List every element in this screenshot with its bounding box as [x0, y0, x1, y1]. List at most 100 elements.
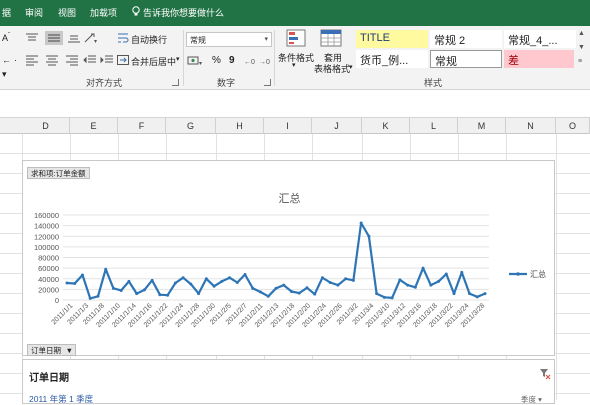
column-header-E[interactable]: E: [70, 118, 118, 134]
decrease-decimal-icon[interactable]: →0: [259, 55, 272, 67]
wrap-text-icon[interactable]: [117, 32, 129, 44]
gallery-scroll-up-icon[interactable]: ▲: [578, 30, 585, 37]
ribbon: Aˆ ← · ▾ ▾ 自动换行 合并后居中 ▾ 对齐方式 常规 ▾ ▾ % 9 …: [0, 26, 590, 90]
align-options-icon[interactable]: ·: [14, 55, 17, 65]
align-middle-icon[interactable]: [45, 31, 63, 45]
percent-button[interactable]: %: [212, 55, 221, 66]
column-header-D[interactable]: D: [22, 118, 70, 134]
cell-style-title[interactable]: TITLE: [356, 30, 428, 48]
slicer-item[interactable]: 2011 年第 1 季度: [29, 393, 93, 405]
data-point: [289, 290, 293, 293]
column-header-O[interactable]: O: [556, 118, 590, 134]
y-tick-label: 60000: [38, 264, 59, 273]
data-point: [65, 281, 69, 285]
column-header-J[interactable]: J: [312, 118, 362, 134]
increase-decimal-icon[interactable]: ←0: [244, 55, 257, 67]
data-point: [119, 288, 123, 292]
data-point: [158, 293, 162, 297]
data-point: [73, 282, 77, 286]
data-point: [228, 276, 232, 280]
number-format-dropdown[interactable]: 常规 ▾: [186, 32, 272, 47]
y-tick-label: 40000: [38, 275, 59, 284]
column-header-F[interactable]: F: [118, 118, 166, 134]
y-tick-label: 20000: [38, 285, 59, 294]
data-point: [305, 286, 309, 290]
cell-style-normal-4[interactable]: 常规_4_...: [504, 30, 576, 48]
align-center-icon[interactable]: [45, 54, 59, 66]
data-point: [320, 276, 324, 280]
column-header-M[interactable]: M: [458, 118, 506, 134]
gallery-more-icon[interactable]: ≡: [578, 58, 582, 65]
formula-area: [0, 90, 590, 118]
slicer-order-date[interactable]: 订单日期 2011 年第 1 季度 季度 ▾: [22, 359, 555, 404]
chevron-down-icon: ▾: [292, 62, 296, 69]
data-point: [197, 292, 201, 296]
orientation-icon[interactable]: ▾: [83, 32, 99, 44]
tab-data[interactable]: 据: [2, 6, 11, 19]
column-header-G[interactable]: G: [166, 118, 216, 134]
data-point: [80, 273, 84, 277]
group-label-alignment: 对齐方式: [86, 78, 123, 88]
column-header-N[interactable]: N: [506, 118, 556, 134]
filter-icon: ▼: [65, 346, 73, 355]
pivot-chart[interactable]: 求和项:订单金额 汇总 0 20000 40000 60000 80000 100000 1…: [22, 160, 555, 356]
data-point: [235, 280, 239, 284]
align-bottom-icon[interactable]: [67, 32, 81, 44]
comma-style-button[interactable]: 9: [229, 55, 235, 66]
clear-filter-icon[interactable]: [539, 368, 551, 380]
tab-review[interactable]: 审阅: [25, 6, 43, 19]
data-point: [220, 279, 224, 283]
merge-center-button[interactable]: 合并后居中: [131, 55, 176, 68]
y-tick-label: 80000: [38, 254, 59, 263]
data-point: [259, 290, 263, 294]
cell-style-currency[interactable]: 货币_例...: [356, 50, 428, 68]
align-left-icon[interactable]: [25, 54, 39, 66]
data-point: [96, 294, 100, 298]
dialog-launcher-icon[interactable]: [264, 79, 271, 86]
legend-label: 汇总: [530, 269, 546, 279]
data-point: [150, 278, 154, 282]
chevron-down-icon[interactable]: ▾: [176, 55, 180, 63]
column-header-I[interactable]: I: [264, 118, 312, 134]
dialog-launcher-icon[interactable]: [172, 79, 179, 86]
decrease-indent-icon[interactable]: ←: [2, 55, 11, 65]
tab-addins[interactable]: 加载项: [90, 6, 117, 19]
data-point: [282, 283, 286, 287]
pivot-axis-field-button[interactable]: 订单日期 ▼: [27, 344, 76, 356]
data-point: [406, 283, 410, 287]
chevron-down-icon: ▾: [264, 36, 268, 43]
align-right-icon[interactable]: [65, 54, 79, 66]
format-as-table-label-2[interactable]: 表格格式: [314, 62, 350, 75]
number-format-value: 常规: [190, 36, 206, 45]
y-tick-label: 160000: [34, 211, 59, 220]
increase-font-icon[interactable]: Aˆ: [2, 33, 10, 43]
align-top-icon[interactable]: [25, 32, 39, 44]
data-point: [189, 282, 193, 286]
cell-style-bad[interactable]: 差: [504, 50, 574, 68]
decrease-indent-icon[interactable]: [83, 54, 97, 66]
cell-style-normal[interactable]: 常规: [430, 50, 502, 68]
conditional-formatting-icon[interactable]: [285, 28, 309, 50]
data-point: [483, 292, 487, 296]
lightbulb-icon: [131, 6, 141, 19]
merge-center-icon[interactable]: [117, 54, 129, 66]
cell-styles-gallery: TITLE 常规 2 常规_4_... 货币_例... 常规 差: [356, 28, 576, 72]
column-header-H[interactable]: H: [216, 118, 264, 134]
data-point: [444, 272, 448, 276]
data-point: [313, 292, 317, 296]
format-as-table-icon[interactable]: [320, 28, 342, 50]
data-point: [266, 294, 270, 298]
increase-indent-icon[interactable]: [100, 54, 114, 66]
font-dropdown-icon[interactable]: ▾: [2, 69, 7, 80]
y-tick-label: 140000: [34, 222, 59, 231]
column-header-L[interactable]: L: [410, 118, 458, 134]
tell-me-search[interactable]: 告诉我你想要做什么: [143, 6, 224, 19]
tab-view[interactable]: 视图: [58, 6, 76, 19]
gallery-scroll-down-icon[interactable]: ▼: [578, 44, 585, 51]
currency-icon[interactable]: ▾: [187, 55, 203, 67]
column-header-K[interactable]: K: [362, 118, 410, 134]
data-point: [437, 279, 441, 283]
conditional-formatting-button[interactable]: 条件格式: [278, 51, 314, 64]
cell-style-normal-2[interactable]: 常规 2: [430, 30, 502, 48]
wrap-text-button[interactable]: 自动换行: [131, 33, 167, 46]
